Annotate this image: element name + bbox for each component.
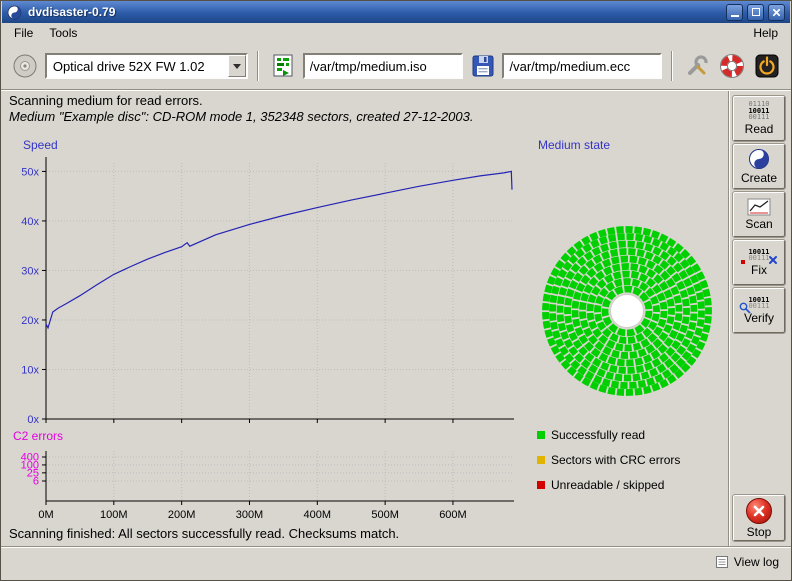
verify-icon: 10011 00111 bbox=[748, 297, 769, 310]
toolbar-separator bbox=[257, 51, 259, 81]
speed-chart: 0x 10x 20x 30x 40x 50x bbox=[1, 151, 531, 431]
legend-label-success: Successfully read bbox=[551, 428, 645, 442]
status-line-1: Scanning medium for read errors. bbox=[9, 93, 203, 108]
c2-errors-chart: 6251004000M100M200M300M400M500M600M bbox=[1, 441, 531, 533]
magnifier-icon bbox=[739, 302, 751, 314]
window-title: dvdisaster-0.79 bbox=[28, 5, 115, 19]
svg-text:30x: 30x bbox=[21, 265, 39, 277]
fix-button[interactable]: 10011 00111 Fix bbox=[733, 240, 785, 285]
toolbar-separator bbox=[671, 51, 673, 81]
power-icon bbox=[754, 53, 780, 79]
wrench-icon bbox=[684, 53, 710, 79]
svg-text:100M: 100M bbox=[100, 509, 128, 521]
menu-help[interactable]: Help bbox=[745, 24, 786, 42]
stop-button-label: Stop bbox=[747, 525, 772, 539]
ecc-file-icon bbox=[470, 53, 496, 79]
legend-swatch-unreadable bbox=[537, 481, 545, 489]
menu-tools[interactable]: Tools bbox=[41, 24, 85, 42]
svg-text:0x: 0x bbox=[27, 414, 39, 426]
create-button-label: Create bbox=[741, 171, 777, 185]
close-icon bbox=[771, 7, 782, 18]
svg-text:500M: 500M bbox=[371, 509, 399, 521]
svg-text:400: 400 bbox=[21, 452, 39, 464]
fix-tools-icon bbox=[768, 255, 778, 265]
window-controls bbox=[726, 4, 785, 21]
quit-button[interactable] bbox=[752, 50, 782, 82]
legend-swatch-crc bbox=[537, 456, 545, 464]
legend-label-crc: Sectors with CRC errors bbox=[551, 453, 680, 467]
app-window: dvdisaster-0.79 File Tools Help Optical bbox=[0, 0, 792, 581]
select-ecc-file-button[interactable] bbox=[468, 50, 498, 82]
svg-text:400M: 400M bbox=[304, 509, 332, 521]
minimize-icon bbox=[731, 15, 739, 17]
sidebar-divider bbox=[728, 91, 730, 546]
combobox-arrow-button[interactable] bbox=[228, 55, 246, 77]
maximize-button[interactable] bbox=[747, 4, 764, 21]
svg-text:200M: 200M bbox=[168, 509, 196, 521]
log-icon bbox=[715, 555, 729, 569]
legend-item-unreadable: Unreadable / skipped bbox=[537, 478, 664, 492]
yinyang-icon bbox=[748, 148, 770, 170]
svg-text:20x: 20x bbox=[21, 315, 39, 327]
medium-state-title: Medium state bbox=[538, 138, 610, 152]
chevron-down-icon bbox=[233, 64, 241, 69]
titlebar[interactable]: dvdisaster-0.79 bbox=[2, 1, 790, 23]
legend-item-success: Successfully read bbox=[537, 428, 645, 442]
footer-status: Scanning finished: All sectors successfu… bbox=[9, 526, 399, 541]
svg-text:50x: 50x bbox=[21, 166, 39, 178]
scan-button-label: Scan bbox=[745, 217, 772, 231]
minimize-button[interactable] bbox=[726, 4, 743, 21]
fix-error-cell bbox=[741, 260, 745, 264]
speed-chart-title: Speed bbox=[23, 138, 58, 152]
drive-combobox-value: Optical drive 52X FW 1.02 bbox=[47, 55, 228, 77]
stop-button[interactable]: Stop bbox=[733, 495, 785, 541]
select-image-file-button[interactable] bbox=[268, 50, 298, 82]
scan-button[interactable]: Scan bbox=[733, 192, 785, 237]
medium-state-disc bbox=[539, 223, 715, 399]
menu-file[interactable]: File bbox=[6, 24, 41, 42]
legend-swatch-success bbox=[537, 431, 545, 439]
scan-chart-icon bbox=[747, 198, 771, 216]
drive-select-button[interactable] bbox=[10, 50, 40, 82]
iso-path-input[interactable] bbox=[303, 53, 463, 79]
create-button[interactable]: Create bbox=[733, 144, 785, 189]
image-file-icon bbox=[270, 53, 296, 79]
menubar: File Tools Help bbox=[2, 23, 790, 43]
fix-icon: 10011 00111 bbox=[748, 249, 769, 262]
drive-combobox[interactable]: Optical drive 52X FW 1.02 bbox=[45, 53, 248, 79]
legend-item-crc: Sectors with CRC errors bbox=[537, 453, 680, 467]
close-button[interactable] bbox=[768, 4, 785, 21]
maximize-icon bbox=[752, 8, 760, 16]
fix-button-label: Fix bbox=[751, 263, 767, 277]
read-icon: 01110 10011 00111 bbox=[748, 101, 769, 121]
ecc-path-input[interactable] bbox=[502, 53, 662, 79]
view-log-label: View log bbox=[734, 555, 779, 569]
stop-icon bbox=[746, 498, 772, 524]
svg-text:600M: 600M bbox=[439, 509, 467, 521]
svg-text:0M: 0M bbox=[38, 509, 53, 521]
view-log-button[interactable]: View log bbox=[711, 552, 783, 572]
read-button-label: Read bbox=[745, 122, 774, 136]
optical-drive-icon bbox=[12, 53, 38, 79]
svg-text:10x: 10x bbox=[21, 364, 39, 376]
status-line-2: Medium "Example disc": CD-ROM mode 1, 35… bbox=[9, 109, 473, 124]
read-button[interactable]: 01110 10011 00111 Read bbox=[733, 96, 785, 141]
toolbar: Optical drive 52X FW 1.02 bbox=[2, 43, 790, 89]
legend-label-unreadable: Unreadable / skipped bbox=[551, 478, 664, 492]
svg-text:300M: 300M bbox=[236, 509, 264, 521]
verify-button[interactable]: 10011 00111 Verify bbox=[733, 288, 785, 333]
app-icon-yinyang bbox=[7, 5, 22, 20]
svg-text:40x: 40x bbox=[21, 216, 39, 228]
help-button[interactable] bbox=[717, 50, 747, 82]
toolbar-divider bbox=[1, 89, 791, 91]
preferences-button[interactable] bbox=[682, 50, 712, 82]
footer-divider bbox=[1, 546, 791, 548]
lifesaver-icon bbox=[719, 53, 745, 79]
